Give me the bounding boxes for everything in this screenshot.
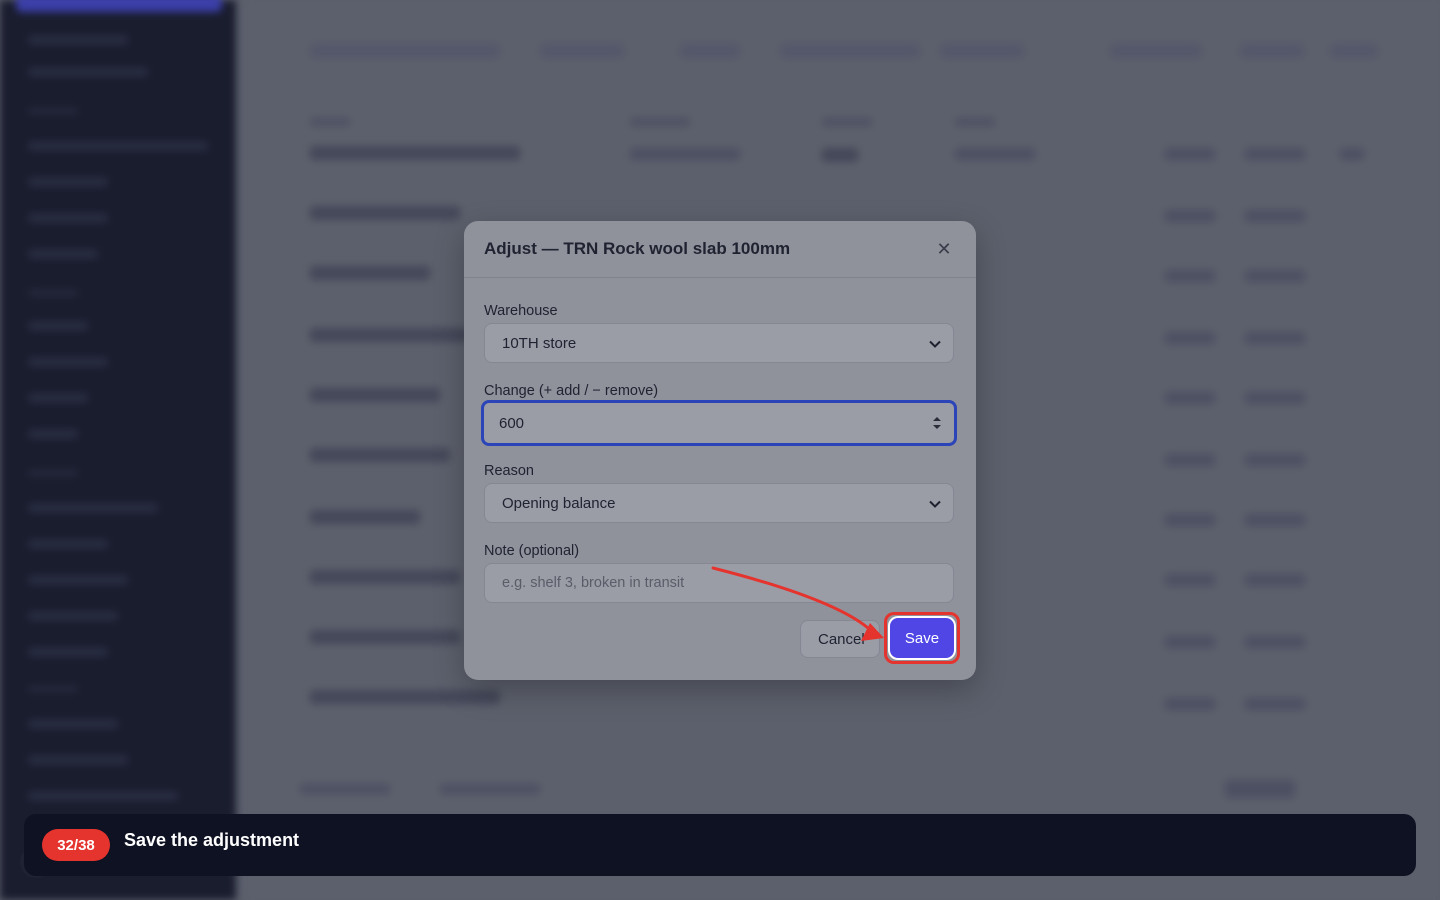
sidebar-item <box>28 36 128 44</box>
chevron-down-icon <box>929 336 941 351</box>
chevron-down-icon <box>929 496 941 511</box>
sidebar-item <box>28 250 98 258</box>
table-cell <box>1165 270 1215 282</box>
table-row <box>310 266 430 280</box>
table-cell <box>1165 454 1215 466</box>
toolbar-item <box>1110 44 1202 58</box>
note-label: Note (optional) <box>484 543 580 559</box>
toolbar-item <box>540 44 624 58</box>
table-row <box>310 388 440 402</box>
table-row <box>310 448 450 462</box>
adjust-stock-modal: Adjust — TRN Rock wool slab 100mm ✕ Ware… <box>464 221 976 680</box>
sidebar-item <box>28 358 108 366</box>
sidebar-item <box>28 178 108 186</box>
tutorial-instruction: Save the adjustment <box>124 830 300 850</box>
pagination-control <box>1225 780 1295 798</box>
table-cell <box>1245 514 1305 526</box>
table-row <box>310 630 460 644</box>
toolbar-item <box>780 44 920 58</box>
toolbar-item <box>1240 44 1304 58</box>
table-cell <box>822 148 858 162</box>
table-cell <box>1165 392 1215 404</box>
table-row <box>310 690 500 704</box>
table-cell <box>1165 574 1215 586</box>
note-placeholder: e.g. shelf 3, broken in transit <box>502 575 685 591</box>
warehouse-label: Warehouse <box>484 303 558 319</box>
table-cell <box>1245 210 1305 222</box>
table-cell <box>1165 148 1215 160</box>
table-row <box>310 206 460 220</box>
sidebar-item <box>28 430 78 438</box>
sidebar-item <box>28 394 88 402</box>
table-header <box>955 118 995 126</box>
sidebar-item <box>28 792 178 800</box>
change-label: Change (+ add / − remove) <box>484 383 659 399</box>
pagination-info <box>440 784 540 794</box>
table-header <box>630 118 690 126</box>
table-cell <box>1340 148 1364 160</box>
table-cell <box>1245 392 1305 404</box>
table-row <box>310 510 420 524</box>
reason-value: Opening balance <box>502 494 616 512</box>
sidebar-item <box>28 612 118 620</box>
sidebar-section <box>28 470 78 476</box>
sidebar-item <box>28 756 128 764</box>
sidebar-section <box>28 290 78 296</box>
cancel-button[interactable]: Cancel <box>800 620 880 658</box>
reason-select[interactable]: Opening balance <box>484 483 954 523</box>
sidebar-item <box>28 576 128 584</box>
sidebar-active-item <box>16 0 222 12</box>
close-button[interactable]: ✕ <box>932 237 956 261</box>
save-button[interactable]: Save <box>890 618 954 658</box>
table-cell <box>1165 636 1215 648</box>
warehouse-value: 10TH store <box>502 334 577 352</box>
stepper-icon[interactable] <box>932 416 942 430</box>
table-cell <box>1245 636 1305 648</box>
sidebar-item <box>28 504 158 512</box>
tutorial-banner: 32/38 Save the adjustment <box>24 814 1416 876</box>
table-row <box>310 570 460 584</box>
pagination-info <box>300 784 390 794</box>
change-value: 600 <box>499 414 525 432</box>
step-badge: 32/38 <box>42 829 110 861</box>
table-cell <box>1245 574 1305 586</box>
sidebar <box>0 0 236 900</box>
table-cell <box>1245 454 1305 466</box>
table-cell <box>1165 514 1215 526</box>
table-cell <box>630 148 740 160</box>
warehouse-select[interactable]: 10TH store <box>484 323 954 363</box>
close-icon: ✕ <box>936 238 952 259</box>
modal-title: Adjust — TRN Rock wool slab 100mm <box>484 239 791 258</box>
sidebar-item <box>28 322 88 330</box>
reason-label: Reason <box>484 463 534 479</box>
sidebar-item <box>28 214 108 222</box>
toolbar-item <box>1330 44 1378 58</box>
sidebar-item <box>28 540 108 548</box>
table-row <box>310 146 520 160</box>
table-cell <box>1165 332 1215 344</box>
table-row <box>310 328 470 342</box>
note-input[interactable]: e.g. shelf 3, broken in transit <box>484 563 954 603</box>
toolbar-item <box>940 44 1024 58</box>
sidebar-item <box>28 720 118 728</box>
sidebar-item <box>28 648 108 656</box>
table-cell <box>1245 148 1305 160</box>
sidebar-section <box>28 108 78 114</box>
table-header <box>310 118 350 126</box>
sidebar-item <box>28 68 148 76</box>
table-cell <box>1245 332 1305 344</box>
sidebar-item <box>28 142 208 150</box>
table-cell <box>955 148 1035 160</box>
toolbar-item <box>310 44 500 58</box>
sidebar-section <box>28 686 78 692</box>
toolbar-item <box>680 44 740 58</box>
table-cell <box>1245 270 1305 282</box>
table-header <box>822 118 872 126</box>
modal-header: Adjust — TRN Rock wool slab 100mm ✕ <box>464 221 976 278</box>
table-cell <box>1165 210 1215 222</box>
change-input[interactable]: 600 <box>481 400 957 446</box>
table-cell <box>1165 698 1215 710</box>
table-cell <box>1245 698 1305 710</box>
